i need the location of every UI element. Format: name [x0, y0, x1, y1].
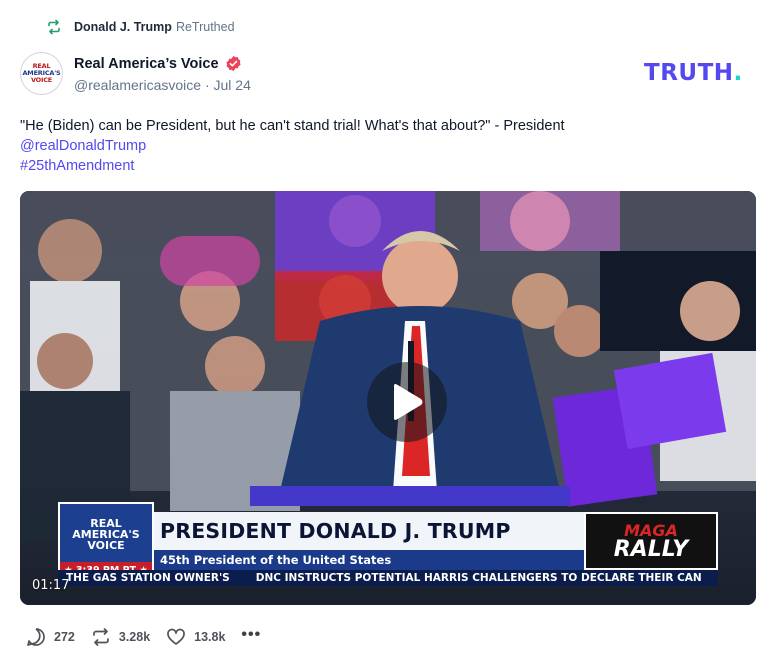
retruth-header: Donald J. Trump ReTruthed [46, 19, 235, 35]
author-name-row: Real America’s Voice [74, 55, 251, 72]
news-ticker: THE GAS STATION OWNER'S DNC INSTRUCTS PO… [58, 570, 718, 586]
heart-icon [167, 628, 185, 645]
retruth-button[interactable]: 3.28k [91, 627, 150, 647]
rally-logo: MAGA RALLY [584, 512, 718, 570]
truth-logo[interactable]: TRUTH. [644, 60, 743, 86]
subtitle-text: 45th President of the United States [160, 553, 392, 567]
retruth-count: 3.28k [118, 630, 151, 644]
broadcast-headline: PRESIDENT DONALD J. TRUMP [154, 512, 584, 550]
retruth-user-link[interactable]: Donald J. Trump [74, 20, 172, 34]
avatar-text: VOICE [30, 76, 53, 84]
channel-logo-text: VOICE [87, 538, 125, 552]
channel-logo-text: AMERICA'S [72, 527, 140, 541]
post-author: REAL AMERICA'S VOICE Real America’s Voic… [20, 52, 251, 95]
broadcast-subtitle: 45th President of the United States [154, 550, 584, 570]
retruth-label: ReTruthed [175, 20, 235, 34]
post-body: "He (Biden) can be President, but he can… [20, 116, 740, 176]
post-actions: 272 3.28k 13.8k ••• [26, 626, 261, 647]
logo-dot: . [733, 60, 743, 86]
reply-count: 272 [54, 630, 75, 644]
reply-icon [27, 628, 45, 646]
more-options-icon[interactable]: ••• [241, 626, 261, 644]
hashtag-link[interactable]: #25thAmendment [20, 156, 740, 176]
broadcast-lower-third: REAL AMERICA'S VOICE ★ 3:39 PM PT ★ PRES… [58, 502, 718, 586]
rally-logo-top: MAGA [624, 520, 678, 540]
avatar[interactable]: REAL AMERICA'S VOICE [20, 52, 63, 95]
logo-text: TRUTH [644, 60, 734, 86]
retruth-icon [48, 19, 60, 35]
like-count: 13.8k [194, 630, 226, 644]
post-text: "He (Biden) can be President, but he can… [20, 118, 565, 134]
mention-link[interactable]: @realDonaldTrump [20, 136, 740, 156]
play-icon [394, 384, 423, 420]
author-meta: Real America’s Voice @realamericasvoice … [74, 55, 251, 95]
separator-dot: · [204, 77, 214, 93]
rally-logo-bottom: RALLY [613, 536, 689, 562]
author-name[interactable]: Real America’s Voice [74, 56, 219, 72]
video-player[interactable]: REAL AMERICA'S VOICE ★ 3:39 PM PT ★ PRES… [20, 191, 756, 605]
video-duration: 01:17 [32, 578, 70, 593]
headline-text: PRESIDENT DONALD J. TRUMP [160, 519, 511, 543]
post-date[interactable]: Jul 24 [214, 77, 251, 93]
author-subline: @realamericasvoice · Jul 24 [74, 77, 251, 93]
channel-logo-text: REAL [90, 516, 122, 530]
ticker-text: DNC INSTRUCTS POTENTIAL HARRIS CHALLENGE… [255, 572, 702, 584]
verified-badge-icon [225, 55, 241, 72]
ticker-text: THE GAS STATION OWNER'S [66, 572, 230, 584]
author-handle[interactable]: @realamericasvoice [74, 77, 201, 93]
play-button[interactable] [367, 362, 447, 442]
retruth-icon [93, 628, 109, 646]
reply-button[interactable]: 272 [26, 627, 75, 647]
like-button[interactable]: 13.8k [166, 627, 225, 647]
